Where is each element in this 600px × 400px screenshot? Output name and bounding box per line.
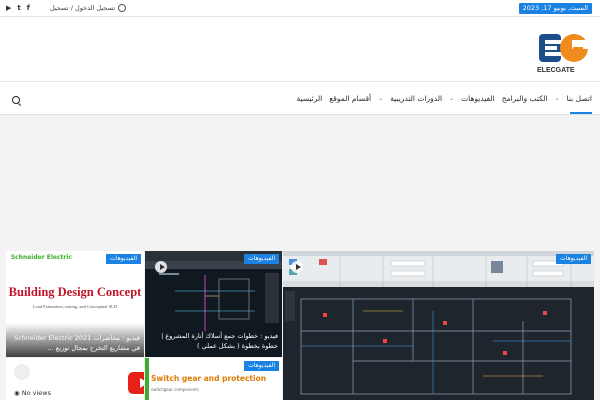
category-badge[interactable]: الفيديوهات — [244, 361, 279, 371]
video-card[interactable]: الفيديوهات — [283, 251, 594, 400]
login-link[interactable]: تسجيل الدخول / تسجيل — [50, 2, 127, 14]
chevron-down-icon: ⌄ — [554, 94, 560, 102]
views-count: ◉ No views — [14, 389, 51, 397]
video-card[interactable]: Switch gear and protection switchgear co… — [145, 358, 282, 400]
thumbnail-subtitle: switchgear components — [151, 387, 199, 392]
thumbnail-title: Building Design Concept — [8, 285, 142, 299]
views-text: No views — [21, 389, 52, 397]
accent-bar — [145, 358, 149, 400]
video-card[interactable]: Schneider Electric Building Design Conce… — [6, 251, 144, 357]
category-badge[interactable]: الفيديوهات — [106, 254, 141, 264]
autocad-thumbnail — [283, 251, 594, 400]
play-icon[interactable] — [291, 261, 303, 273]
social-links: ▶ t f — [6, 2, 30, 14]
top-bar: ▶ t f تسجيل الدخول / تسجيل السبت, يونيو … — [0, 0, 600, 17]
nav-item-sections[interactable]: أقسام الموقع — [329, 94, 371, 103]
main-nav: الرئيسية أقسام الموقع ⌄ الدورات التدريبي… — [0, 81, 600, 115]
eye-icon: ◉ — [14, 389, 20, 397]
chevron-down-icon: ⌄ — [449, 94, 455, 102]
youtube-icon[interactable]: ▶ — [6, 2, 11, 14]
nav-item-contact[interactable]: اتصل بنا — [567, 94, 592, 103]
facebook-icon[interactable]: f — [27, 2, 30, 14]
channel-avatar — [14, 364, 30, 380]
search-icon[interactable] — [12, 96, 20, 104]
nav-item-books[interactable]: الكتب والبرامج — [502, 94, 548, 103]
site-logo[interactable]: ELECGATE — [536, 32, 592, 74]
twitter-icon[interactable]: t — [17, 2, 20, 14]
video-title[interactable]: فيديو : خطوات جمع أسلاك أنارة المشروع | … — [148, 331, 278, 351]
category-badge[interactable]: الفيديوهات — [556, 254, 591, 264]
site-header: ELECGATE — [0, 17, 600, 81]
nav-menu: الرئيسية أقسام الموقع ⌄ الدورات التدريبي… — [296, 82, 592, 114]
category-badge[interactable]: الفيديوهات — [244, 254, 279, 264]
login-text[interactable]: تسجيل الدخول / تسجيل — [50, 2, 115, 14]
nav-item-courses[interactable]: الدورات التدريبية — [390, 94, 442, 103]
logo-text: ELECGATE — [537, 67, 575, 74]
thumbnail-subtitle: Load Estimation, zoning, and Conceptual … — [32, 304, 118, 309]
active-nav-indicator — [570, 112, 592, 114]
nav-item-home[interactable]: الرئيسية — [296, 94, 322, 103]
video-card[interactable]: الفيديوهات فيديو : خطوات جمع أسلاك أنارة… — [145, 251, 282, 357]
user-icon — [118, 4, 127, 12]
video-title[interactable]: فيديو : محاضرات Schneider Electric 2021 … — [10, 333, 140, 353]
videos-grid: Schneider Electric Building Design Conce… — [6, 251, 594, 400]
play-icon[interactable] — [155, 261, 167, 273]
chevron-down-icon: ⌄ — [378, 94, 384, 102]
nav-item-videos[interactable]: الفيديوهات — [461, 94, 495, 103]
date-badge: السبت, يونيو 17, 2023 — [518, 3, 592, 14]
schneider-logo: Schneider Electric — [10, 254, 72, 261]
thumbnail-title: Switch gear and protection — [151, 374, 267, 383]
video-card[interactable]: ◉ No views — [6, 358, 144, 400]
youtube-play-icon[interactable] — [128, 372, 144, 394]
